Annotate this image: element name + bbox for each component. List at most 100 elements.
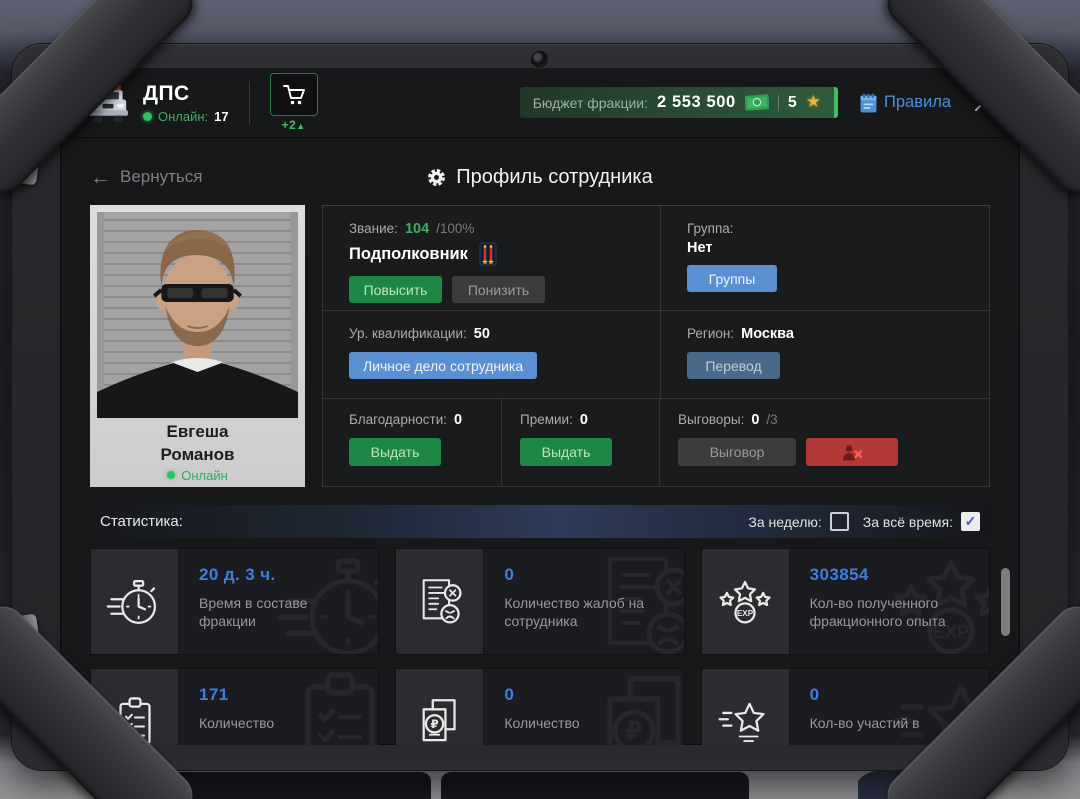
info-row-awards: Благодарности: 0 Выдать Премии: 0 Выдать… bbox=[323, 398, 989, 486]
groups-button[interactable]: Группы bbox=[687, 265, 777, 292]
region-cell: Регион: Москва Перевод bbox=[660, 311, 989, 398]
reprimands-label: Выговоры: bbox=[678, 412, 745, 427]
statistics-title: Статистика: bbox=[100, 513, 183, 530]
stat-watermark: ₽ bbox=[582, 669, 684, 745]
svg-text:EXP: EXP bbox=[737, 609, 754, 618]
transfer-button[interactable]: Перевод bbox=[687, 352, 780, 379]
gear-icon bbox=[427, 168, 446, 187]
faction-name: ДПС bbox=[143, 81, 190, 105]
group-cell: Группа: Нет Группы bbox=[660, 206, 989, 310]
stat-value: 0 bbox=[809, 685, 820, 704]
rules-button[interactable]: Правила bbox=[860, 93, 951, 113]
app-screen: ДПС Онлайн: 17 +2▲ Бюджет фракции: 2 553… bbox=[60, 68, 1020, 745]
page-title: Профиль сотрудника bbox=[90, 166, 990, 189]
ruble-docs-icon: ₽ bbox=[396, 669, 485, 745]
stat-value: 0 bbox=[504, 565, 515, 584]
employee-last-name: Романов bbox=[160, 444, 235, 464]
stat-card-complaints: 0 Количество жалоб на сотрудника bbox=[395, 548, 685, 655]
online-dot-icon bbox=[143, 111, 152, 121]
reprimand-button[interactable]: Выговор bbox=[678, 438, 796, 466]
rules-label: Правила bbox=[884, 93, 951, 111]
background-shape bbox=[136, 772, 431, 799]
faction-brand: ДПС Онлайн: 17 bbox=[86, 82, 229, 124]
stat-label: Кол-во полученного фракционного опыта bbox=[809, 595, 946, 630]
stat-label: Время в составе фракции bbox=[199, 595, 308, 630]
filter-week-checkbox[interactable] bbox=[829, 512, 849, 531]
scrollbar-thumb[interactable] bbox=[1001, 568, 1010, 636]
qualification-label: Ур. квалификации: bbox=[349, 326, 467, 341]
filter-alltime[interactable]: За всё время: ✓ bbox=[863, 512, 980, 531]
person-x-icon bbox=[843, 444, 862, 460]
close-button[interactable] bbox=[973, 92, 994, 113]
qualification-value: 50 bbox=[473, 326, 490, 342]
thanks-label: Благодарности: bbox=[349, 412, 448, 427]
faction-stars-value: 5 bbox=[787, 93, 797, 111]
background-shape bbox=[858, 767, 954, 799]
online-dot-icon bbox=[167, 471, 176, 480]
close-icon bbox=[974, 93, 993, 112]
stat-body: 20 д. 3 ч. Время в составе фракции bbox=[179, 549, 379, 654]
rank-cell: Звание: 104 /100% Подполковник ★ ★ Повыс… bbox=[323, 206, 660, 310]
stopwatch-icon bbox=[91, 549, 179, 654]
pill-separator bbox=[777, 94, 779, 111]
personal-file-button[interactable]: Личное дело сотрудника bbox=[349, 352, 538, 379]
checklist-icon bbox=[91, 669, 179, 745]
give-thanks-button[interactable]: Выдать bbox=[349, 438, 441, 466]
stat-card-checklist: 171 Количество bbox=[90, 668, 380, 745]
online-count: 17 bbox=[214, 108, 229, 124]
bonuses-cell: Премии: 0 Выдать bbox=[501, 399, 659, 486]
stat-watermark bbox=[276, 669, 378, 745]
qualification-cell: Ур. квалификации: 50 Личное дело сотрудн… bbox=[323, 311, 660, 398]
stat-card-faction-time: 20 д. 3 ч. Время в составе фракции bbox=[90, 548, 380, 655]
give-bonus-button[interactable]: Выдать bbox=[520, 438, 612, 466]
svg-text:₽: ₽ bbox=[430, 716, 438, 730]
statistics-filters: За неделю: За всё время: ✓ bbox=[748, 512, 980, 531]
faction-info: ДПС Онлайн: 17 bbox=[143, 82, 229, 124]
filter-week[interactable]: За неделю: bbox=[748, 512, 849, 531]
filter-week-label: За неделю: bbox=[748, 513, 822, 530]
fire-employee-button[interactable] bbox=[806, 438, 898, 466]
rank-name: Подполковник bbox=[349, 244, 468, 263]
online-label: Онлайн: bbox=[158, 108, 209, 124]
region-value: Москва bbox=[741, 326, 794, 342]
stat-watermark bbox=[887, 669, 989, 745]
region-label: Регион: bbox=[687, 326, 735, 341]
statistics-bar: Статистика: За неделю: За всё время: ✓ bbox=[90, 505, 990, 538]
promote-button[interactable]: Повысить bbox=[349, 276, 442, 303]
rank-label: Звание: bbox=[349, 221, 398, 236]
shop-cart-button[interactable] bbox=[269, 73, 318, 116]
employee-info-panel: Звание: 104 /100% Подполковник ★ ★ Повыс… bbox=[322, 205, 990, 487]
profile-section: Евгеша Романов Онлайн Звание: 104 /100% bbox=[90, 205, 990, 487]
stat-body: 303854 Кол-во полученного фракционного о… bbox=[790, 549, 989, 654]
up-triangle-icon: ▲ bbox=[296, 121, 306, 131]
complaints-icon bbox=[396, 549, 485, 654]
rank-value: 104 bbox=[404, 221, 430, 237]
reprimands-suffix: /3 bbox=[766, 412, 778, 427]
budget-value: 2 553 500 bbox=[657, 93, 736, 111]
demote-button[interactable]: Понизить bbox=[452, 276, 545, 303]
statistics-cards-grid: 20 д. 3 ч. Время в составе фракции 0 Кол… bbox=[90, 548, 990, 745]
background-shape bbox=[441, 772, 749, 799]
group-label: Группа: bbox=[687, 221, 734, 236]
rules-notebook-icon bbox=[860, 93, 877, 113]
nav-row: ← Вернуться Профиль сотрудника bbox=[90, 162, 990, 192]
thanks-value: 0 bbox=[454, 412, 463, 428]
cart-icon bbox=[282, 83, 306, 107]
stat-body: 171 Количество bbox=[179, 669, 378, 745]
stat-label: Количество bbox=[504, 715, 580, 731]
app-header: ДПС Онлайн: 17 +2▲ Бюджет фракции: 2 553… bbox=[60, 68, 1020, 138]
info-row-rank-group: Звание: 104 /100% Подполковник ★ ★ Повыс… bbox=[323, 206, 989, 310]
filter-alltime-checkbox[interactable]: ✓ bbox=[961, 512, 980, 531]
money-icon bbox=[744, 94, 769, 111]
thanks-cell: Благодарности: 0 Выдать bbox=[323, 399, 501, 486]
stat-card-ruble: ₽ 0 Количество ₽ bbox=[395, 668, 685, 745]
tablet-camera bbox=[531, 51, 548, 68]
group-value: Нет bbox=[687, 240, 713, 256]
header-divider bbox=[248, 80, 250, 125]
info-row-qualification-region: Ур. квалификации: 50 Личное дело сотрудн… bbox=[323, 310, 989, 398]
budget-label: Бюджет фракции: bbox=[532, 94, 649, 111]
page-content: ← Вернуться Профиль сотрудника Евгеша Ро… bbox=[60, 162, 1020, 745]
stat-label: Количество bbox=[199, 715, 275, 731]
stat-card-participation: 0 Кол-во участий в bbox=[700, 668, 990, 745]
bonuses-label: Премии: bbox=[520, 412, 573, 427]
